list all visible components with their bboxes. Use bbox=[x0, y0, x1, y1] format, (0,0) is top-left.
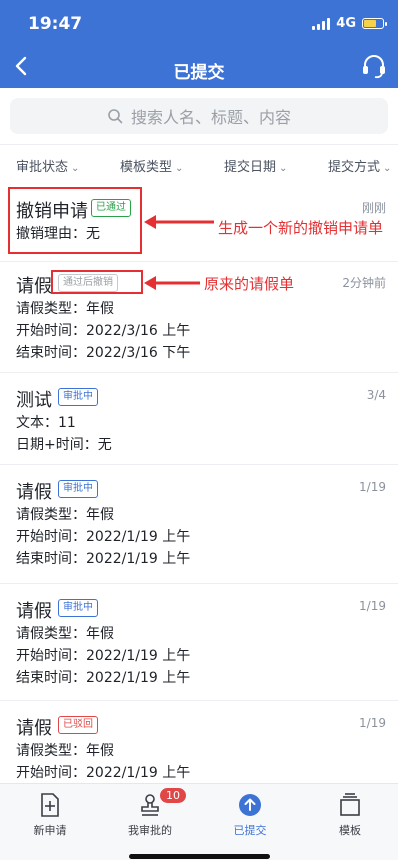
stamp-icon bbox=[141, 794, 159, 816]
search-input[interactable]: 搜索人名、标题、内容 bbox=[10, 98, 388, 134]
item-time: 3/4 bbox=[366, 388, 386, 402]
filter-approval-status[interactable]: 审批状态 ⌄ bbox=[16, 156, 79, 175]
item-line: 开始时间：2022/1/19 上午 bbox=[16, 648, 191, 664]
item-line: 请假类型：年假 bbox=[16, 301, 114, 317]
chevron-down-icon: ⌄ bbox=[175, 163, 184, 174]
status-badge: 审批中 bbox=[58, 388, 98, 406]
status-badge: 已驳回 bbox=[58, 716, 98, 734]
item-title: 请假 bbox=[16, 601, 52, 622]
tab-templates[interactable]: 模板 bbox=[315, 792, 385, 838]
new-doc-icon bbox=[41, 793, 59, 817]
status-badge: 审批中 bbox=[58, 480, 98, 498]
status-time: 19:47 bbox=[28, 14, 83, 34]
tab-submitted[interactable]: 已提交 bbox=[215, 792, 285, 838]
chevron-down-icon: ⌄ bbox=[71, 163, 80, 174]
list-item[interactable]: 请假 审批中 1/19 请假类型：年假 开始时间：2022/1/19 上午 结束… bbox=[0, 464, 398, 584]
chevron-down-icon: ⌄ bbox=[279, 163, 288, 174]
list-item[interactable]: 请假 已驳回 1/19 请假类型：年假 开始时间：2022/1/19 上午 bbox=[0, 700, 398, 783]
filter-template-type[interactable]: 模板类型 ⌄ bbox=[120, 156, 183, 175]
page-title: 已提交 bbox=[173, 63, 225, 83]
item-line: 结束时间：2022/1/19 上午 bbox=[16, 551, 191, 567]
item-title: 请假 bbox=[16, 276, 52, 297]
battery-icon bbox=[362, 18, 387, 29]
network-label: 4G bbox=[336, 16, 356, 31]
search-bar-container: 搜索人名、标题、内容 bbox=[0, 88, 398, 144]
item-line: 结束时间：2022/1/19 上午 bbox=[16, 670, 191, 686]
filter-bar: 审批状态 ⌄ 模板类型 ⌄ 提交日期 ⌄ 提交方式 ⌄ bbox=[0, 144, 398, 183]
filter-submit-method[interactable]: 提交方式 ⌄ bbox=[328, 156, 391, 175]
search-placeholder: 搜索人名、标题、内容 bbox=[130, 108, 291, 127]
list-item[interactable]: 测试 审批中 3/4 文本：11 日期+时间：无 bbox=[0, 372, 398, 465]
filter-submit-date[interactable]: 提交日期 ⌄ bbox=[224, 156, 287, 175]
headset-icon[interactable] bbox=[360, 52, 388, 80]
item-line: 开始时间：2022/1/19 上午 bbox=[16, 765, 191, 781]
item-time: 2分钟前 bbox=[342, 276, 386, 290]
home-indicator bbox=[129, 854, 270, 859]
item-line: 请假类型：年假 bbox=[16, 743, 114, 759]
annotation-arrow-icon bbox=[144, 215, 214, 229]
search-icon bbox=[108, 109, 123, 124]
tab-new-request[interactable]: 新申请 bbox=[15, 792, 85, 838]
item-title: 测试 bbox=[16, 390, 52, 411]
upload-icon bbox=[239, 794, 261, 816]
item-title: 请假 bbox=[16, 482, 52, 503]
highlight-box-original bbox=[51, 270, 143, 294]
item-line: 结束时间：2022/3/16 下午 bbox=[16, 345, 191, 361]
item-time: 1/19 bbox=[359, 599, 386, 613]
item-line: 开始时间：2022/1/19 上午 bbox=[16, 529, 191, 545]
bottom-tab-bar: 新申请 我审批的 已提交 模板 bbox=[0, 783, 398, 860]
submitted-list: 撤销申请 已通过 刚刚 撤销理由：无 请假 通过后撤销 2分钟前 请假类型：年假… bbox=[0, 183, 398, 783]
signal-icon bbox=[312, 17, 331, 30]
highlight-box-new-revoke bbox=[8, 187, 142, 254]
approval-count-badge: 10 bbox=[160, 788, 186, 803]
item-line: 开始时间：2022/3/16 上午 bbox=[16, 323, 191, 339]
item-time: 1/19 bbox=[359, 480, 386, 494]
item-time: 1/19 bbox=[359, 716, 386, 730]
item-line: 请假类型：年假 bbox=[16, 626, 114, 642]
template-icon bbox=[340, 793, 360, 816]
chevron-down-icon: ⌄ bbox=[383, 163, 392, 174]
item-time: 刚刚 bbox=[361, 201, 386, 215]
item-line: 日期+时间：无 bbox=[16, 437, 112, 453]
status-indicators: 4G bbox=[312, 16, 387, 31]
list-item[interactable]: 请假 审批中 1/19 请假类型：年假 开始时间：2022/1/19 上午 结束… bbox=[0, 583, 398, 701]
item-line: 请假类型：年假 bbox=[16, 507, 114, 523]
item-line: 文本：11 bbox=[16, 415, 76, 431]
item-title: 请假 bbox=[16, 718, 52, 739]
annotation-original: 原来的请假单 bbox=[204, 275, 295, 293]
status-badge: 审批中 bbox=[58, 599, 98, 617]
annotation-new-revoke: 生成一个新的撤销申请单 bbox=[218, 219, 384, 237]
annotation-arrow-icon bbox=[144, 276, 200, 290]
app-header: 19:47 4G 已提交 bbox=[0, 0, 398, 88]
